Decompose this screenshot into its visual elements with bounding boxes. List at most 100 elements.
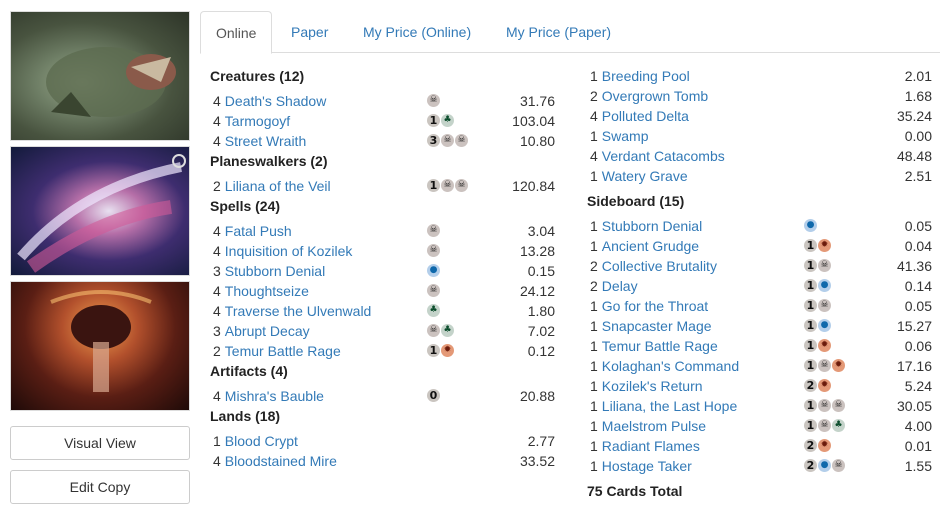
- black-mana-icon: ☠: [427, 324, 440, 337]
- card-name-link[interactable]: Temur Battle Rage: [225, 343, 341, 359]
- card-price: 31.76: [519, 93, 555, 109]
- tab-my-price-online[interactable]: My Price (Online): [348, 11, 486, 53]
- green-mana-icon: ♣: [441, 114, 454, 127]
- card-name-link[interactable]: Bloodstained Mire: [225, 453, 337, 469]
- card-name-link[interactable]: Fatal Push: [225, 223, 292, 239]
- card-quantity: 1: [590, 378, 598, 394]
- card-art-image[interactable]: [10, 11, 190, 141]
- generic-mana-icon: 1: [804, 259, 817, 272]
- card-price: 5.24: [904, 378, 932, 394]
- card-row: 4 Street Wraith 3 ☠ ☠ 10.80: [210, 131, 555, 151]
- mana-cost: 1 ☠ ♣: [804, 419, 846, 433]
- card-name-link[interactable]: Collective Brutality: [602, 258, 717, 274]
- card-name-link[interactable]: Blood Crypt: [225, 433, 298, 449]
- card-name-link[interactable]: Death's Shadow: [225, 93, 327, 109]
- generic-mana-icon: 3: [427, 134, 440, 147]
- card-name-link[interactable]: Mishra's Bauble: [225, 388, 324, 404]
- card-name-link[interactable]: Stubborn Denial: [225, 263, 325, 279]
- card-row: 3 Stubborn Denial ● 0.15: [210, 261, 555, 281]
- card-quantity: 4: [590, 108, 598, 124]
- mana-cost: ☠: [427, 284, 441, 298]
- card-name-link[interactable]: Maelstrom Pulse: [602, 418, 706, 434]
- card-name-link[interactable]: Abrupt Decay: [225, 323, 310, 339]
- card-name-link[interactable]: Breeding Pool: [602, 68, 690, 84]
- card-name-link[interactable]: Inquisition of Kozilek: [225, 243, 353, 259]
- mana-cost: ●: [804, 219, 818, 233]
- card-row: 2 Collective Brutality 1 ☠ 41.36: [587, 256, 932, 276]
- mana-cost: ●: [427, 264, 441, 278]
- black-mana-icon: ☠: [441, 179, 454, 192]
- card-quantity: 2: [590, 278, 598, 294]
- card-row: 4 Tarmogoyf 1 ♣ 103.04: [210, 111, 555, 131]
- card-quantity: 2: [590, 88, 598, 104]
- card-name-link[interactable]: Stubborn Denial: [602, 218, 702, 234]
- card-price: 15.27: [896, 318, 932, 334]
- card-name-link[interactable]: Verdant Catacombs: [602, 148, 725, 164]
- card-quantity: 3: [213, 263, 221, 279]
- card-price: 0.01: [904, 438, 932, 454]
- card-row: 4 Mishra's Bauble 0 20.88: [210, 386, 555, 406]
- visual-view-button[interactable]: Visual View: [10, 426, 190, 460]
- card-name-link[interactable]: Overgrown Tomb: [602, 88, 708, 104]
- card-name-link[interactable]: Polluted Delta: [602, 108, 689, 124]
- card-quantity: 4: [213, 93, 221, 109]
- mana-cost: 1 ●: [804, 319, 832, 333]
- blue-mana-icon: ●: [818, 279, 831, 292]
- card-quantity: 1: [590, 358, 598, 374]
- section-header: Creatures (12): [210, 68, 305, 84]
- card-name-link[interactable]: Street Wraith: [225, 133, 306, 149]
- generic-mana-icon: 1: [804, 279, 817, 292]
- card-name-link[interactable]: Temur Battle Rage: [602, 338, 718, 354]
- card-name-link[interactable]: Snapcaster Mage: [602, 318, 712, 334]
- red-mana-icon: ✹: [832, 359, 845, 372]
- black-mana-icon: ☠: [832, 399, 845, 412]
- card-name-link[interactable]: Liliana of the Veil: [225, 178, 331, 194]
- mana-cost: 2 ✹: [804, 439, 832, 453]
- card-name-link[interactable]: Kolaghan's Command: [602, 358, 739, 374]
- card-row: 1 Maelstrom Pulse 1 ☠ ♣ 4.00: [587, 416, 932, 436]
- card-name-link[interactable]: Hostage Taker: [602, 458, 692, 474]
- card-quantity: 1: [590, 238, 598, 254]
- card-name-link[interactable]: Watery Grave: [602, 168, 688, 184]
- card-name-link[interactable]: Tarmogoyf: [225, 113, 290, 129]
- card-row: 1 Go for the Throat 1 ☠ 0.05: [587, 296, 932, 316]
- mana-cost: 1 ☠ ✹: [804, 359, 846, 373]
- card-quantity: 4: [213, 453, 221, 469]
- card-price: 0.04: [904, 238, 932, 254]
- mana-cost: ☠: [427, 244, 441, 258]
- card-name-link[interactable]: Go for the Throat: [602, 298, 708, 314]
- card-name-link[interactable]: Radiant Flames: [602, 438, 700, 454]
- card-name-link[interactable]: Swamp: [602, 128, 649, 144]
- card-art-image[interactable]: [10, 146, 190, 276]
- card-name-link[interactable]: Delay: [602, 278, 638, 294]
- card-name-link[interactable]: Kozilek's Return: [602, 378, 703, 394]
- card-name-link[interactable]: Traverse the Ulvenwald: [225, 303, 372, 319]
- card-price: 2.51: [904, 168, 932, 184]
- card-name-link[interactable]: Thoughtseize: [225, 283, 309, 299]
- card-price: 33.52: [519, 453, 555, 469]
- card-row: 4 Thoughtseize ☠ 24.12: [210, 281, 555, 301]
- card-row: 1 Kozilek's Return 2 ✹ 5.24: [587, 376, 932, 396]
- green-mana-icon: ♣: [832, 419, 845, 432]
- red-mana-icon: ✹: [818, 439, 831, 452]
- tab-my-price-paper[interactable]: My Price (Paper): [491, 11, 626, 53]
- edit-copy-button[interactable]: Edit Copy: [10, 470, 190, 504]
- card-art-image[interactable]: [10, 281, 190, 411]
- card-quantity: 1: [590, 438, 598, 454]
- blue-mana-icon: ●: [427, 264, 440, 277]
- tab-online[interactable]: Online: [200, 11, 273, 54]
- card-name-link[interactable]: Ancient Grudge: [602, 238, 699, 254]
- card-quantity: 4: [213, 133, 221, 149]
- mana-cost: 1 ●: [804, 279, 832, 293]
- card-row: 1 Snapcaster Mage 1 ● 15.27: [587, 316, 932, 336]
- tab-paper[interactable]: Paper: [276, 11, 343, 53]
- generic-mana-icon: 1: [804, 239, 817, 252]
- black-mana-icon: ☠: [818, 359, 831, 372]
- card-quantity: 2: [213, 343, 221, 359]
- card-name-link[interactable]: Liliana, the Last Hope: [602, 398, 737, 414]
- card-quantity: 4: [213, 113, 221, 129]
- black-mana-icon: ☠: [427, 244, 440, 257]
- card-quantity: 3: [213, 323, 221, 339]
- card-row: 4 Death's Shadow ☠ 31.76: [210, 91, 555, 111]
- liliana-art-icon: [50, 290, 152, 392]
